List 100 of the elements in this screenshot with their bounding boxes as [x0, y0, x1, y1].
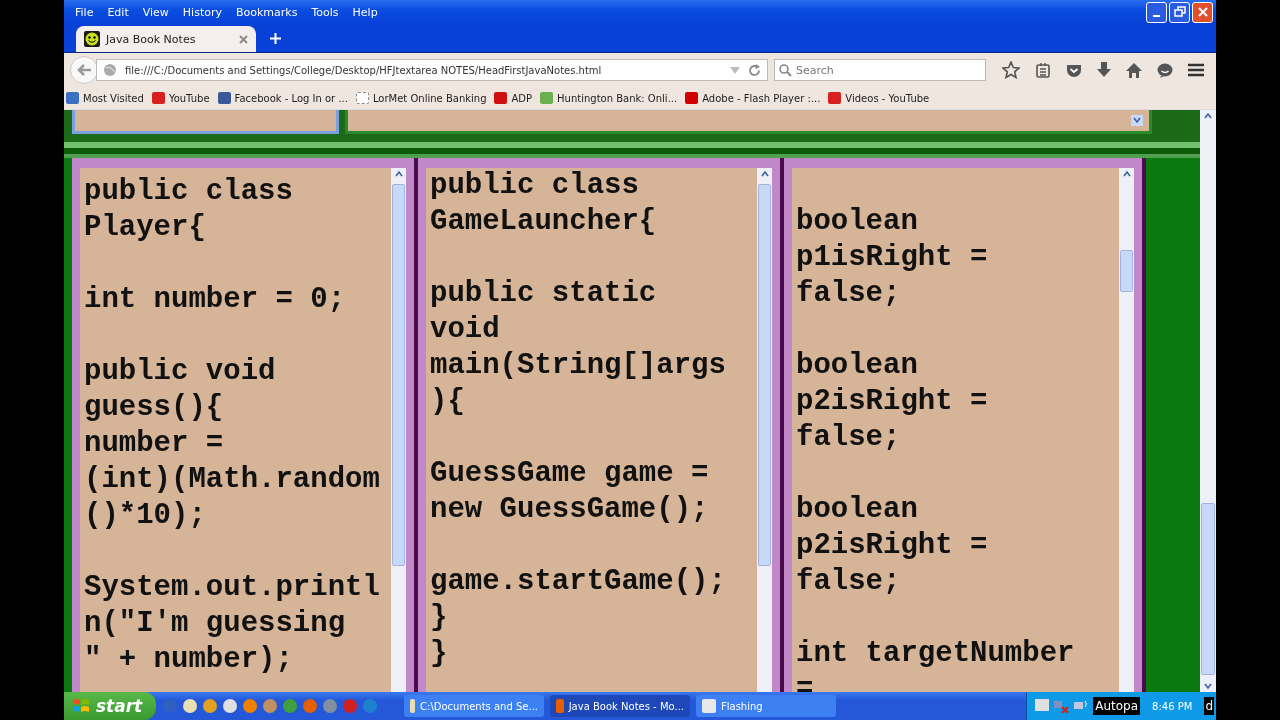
- code-line: boolean: [796, 492, 919, 528]
- scrollbar[interactable]: [757, 168, 772, 692]
- code-line: }: [430, 636, 449, 672]
- bookmark-item[interactable]: Facebook - Log In or ...: [217, 92, 348, 104]
- bookmark-item[interactable]: Most Visited: [66, 92, 144, 104]
- browser-tab[interactable]: Java Book Notes: [76, 26, 256, 52]
- app-icon[interactable]: [262, 698, 278, 714]
- smiley-icon: [84, 31, 100, 47]
- menu-item[interactable]: Bookmarks: [229, 5, 305, 19]
- clock: 8:46 PM: [1152, 700, 1193, 712]
- bookmark-item[interactable]: ADP: [494, 92, 533, 104]
- back-button[interactable]: [70, 56, 98, 84]
- code-line: new GuessGame();: [430, 492, 710, 528]
- scroll-thumb[interactable]: [392, 184, 405, 566]
- close-button[interactable]: [1192, 1, 1213, 23]
- chat-icon[interactable]: [1157, 62, 1173, 78]
- code-line: System.out.printl: [84, 570, 381, 606]
- tooltip: d: [1204, 697, 1214, 715]
- close-icon[interactable]: [239, 34, 248, 44]
- scrollbar[interactable]: [391, 168, 406, 692]
- address-bar[interactable]: file:///C:/Documents and Settings/College/Desktop/HFJtextarea NOTES/HeadFirstJavaNotes.html: [96, 59, 768, 81]
- app-icon[interactable]: [182, 698, 198, 714]
- app-icon[interactable]: [322, 698, 338, 714]
- code-line: boolean: [796, 348, 919, 384]
- dropdown-icon[interactable]: [730, 66, 740, 74]
- menu-icon[interactable]: [1188, 63, 1204, 77]
- scroll-thumb[interactable]: [1201, 503, 1215, 675]
- restore-icon: [1173, 6, 1186, 18]
- search-field[interactable]: Search: [774, 59, 986, 81]
- scroll-thumb[interactable]: [1120, 250, 1133, 292]
- pocket-icon[interactable]: [1066, 62, 1082, 78]
- menu-item[interactable]: Tools: [304, 5, 346, 19]
- code-line: number =: [84, 426, 225, 462]
- code-text-area[interactable]: boolean p1isRight = false; boolean p2isRight = false; boolean p2isRight = false; int targetNumber =: [792, 168, 1134, 692]
- code-line: public static: [430, 276, 658, 312]
- code-line: false;: [796, 564, 902, 600]
- menu-item[interactable]: View: [135, 5, 176, 19]
- windows-flag-icon: [72, 698, 90, 714]
- code-line: boolean: [796, 204, 919, 240]
- minimize-icon: [1153, 15, 1160, 17]
- reading-list-icon[interactable]: [1035, 62, 1051, 78]
- code-line: GuessGame game =: [430, 456, 710, 492]
- code-line: ){: [430, 384, 466, 420]
- code-line: false;: [796, 420, 902, 456]
- menu-item[interactable]: Help: [345, 5, 385, 19]
- code-line: =: [796, 672, 815, 692]
- code-line: guess(){: [84, 390, 225, 426]
- app-icon[interactable]: [242, 698, 258, 714]
- scroll-thumb[interactable]: [758, 184, 771, 566]
- menu-item[interactable]: Edit: [100, 5, 136, 19]
- bookmark-item[interactable]: Videos - YouTube: [828, 92, 930, 104]
- bookmark-item[interactable]: LorMet Online Banking: [355, 92, 487, 104]
- menu-item[interactable]: History: [175, 5, 229, 19]
- code-line: n("I'm guessing: [84, 606, 347, 642]
- code-text-area[interactable]: public class Player{ int number = 0; public void guess(){ number = (int)(Math.random ()*10); System.out.printl n("I'm guessing " + number);: [80, 168, 406, 692]
- code-line: " + number);: [84, 642, 294, 678]
- app-icon[interactable]: [222, 698, 238, 714]
- page-scrollbar[interactable]: [1200, 110, 1216, 692]
- restore-button[interactable]: [1169, 1, 1190, 23]
- code-line: p2isRight =: [796, 528, 989, 564]
- code-text-area[interactable]: public class GameLauncher{ public static void main(String[]args ){ GuessGame game = new GuessGame(); game.startGame(); } }: [426, 168, 772, 692]
- search-icon: [779, 63, 792, 77]
- code-line: public void: [84, 354, 277, 390]
- code-line: int number = 0;: [84, 282, 347, 318]
- code-line: false;: [796, 276, 902, 312]
- code-line: void: [430, 312, 501, 348]
- globe-icon: [103, 63, 117, 77]
- scrollbar[interactable]: [1119, 168, 1134, 692]
- close-icon: [1196, 6, 1209, 18]
- scroll-down-icon[interactable]: [1131, 115, 1143, 126]
- back-arrow-icon: [76, 63, 92, 77]
- code-line: Player{: [84, 210, 207, 246]
- code-line: ()*10);: [84, 498, 207, 534]
- menu-item[interactable]: File: [68, 5, 101, 19]
- tray-icon[interactable]: [1035, 699, 1050, 713]
- bookmark-item[interactable]: YouTube: [151, 92, 210, 104]
- bookmark-item[interactable]: Huntington Bank: Onli...: [540, 92, 678, 104]
- minimize-button[interactable]: [1146, 1, 1167, 23]
- new-tab-icon[interactable]: [270, 32, 281, 44]
- code-line: (int)(Math.random: [84, 462, 381, 498]
- taskbar-button[interactable]: Java Book Notes - Mo...: [550, 695, 690, 717]
- code-line: GameLauncher{: [430, 204, 658, 240]
- code-line: public class: [84, 174, 294, 210]
- code-line: main(String[]args: [430, 348, 727, 384]
- code-line: p1isRight =: [796, 240, 989, 276]
- star-icon[interactable]: [1002, 61, 1020, 79]
- tooltip: Autopa: [1093, 697, 1141, 715]
- network-icon[interactable]: [1053, 699, 1070, 713]
- code-line: game.startGame();: [430, 564, 727, 600]
- code-line: public class: [430, 168, 640, 204]
- code-line: int targetNumber: [796, 636, 1076, 672]
- bookmark-item[interactable]: Adobe - Flash Player :...: [685, 92, 821, 104]
- code-line: p2isRight =: [796, 384, 989, 420]
- app-icon[interactable]: [202, 698, 218, 714]
- taskbar-button[interactable]: C:\Documents and Se...: [404, 695, 544, 717]
- download-icon[interactable]: [1097, 62, 1111, 78]
- code-line: }: [430, 600, 449, 636]
- home-icon[interactable]: [1126, 62, 1142, 78]
- taskbar-button[interactable]: Flashing: [696, 695, 836, 717]
- reload-icon[interactable]: [748, 63, 761, 77]
